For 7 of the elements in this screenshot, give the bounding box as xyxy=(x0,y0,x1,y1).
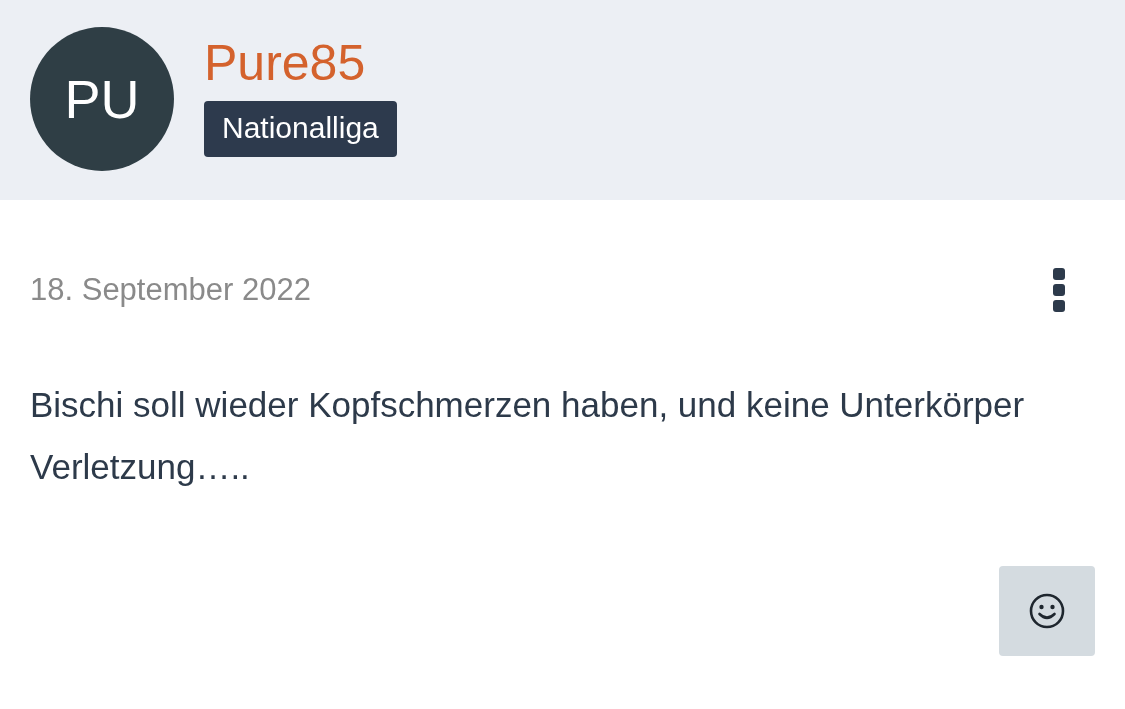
reaction-button[interactable] xyxy=(999,566,1095,656)
post-date: 18. September 2022 xyxy=(30,272,311,308)
smiley-icon xyxy=(1028,592,1066,630)
rank-badge: Nationalliga xyxy=(204,101,397,157)
avatar[interactable]: PU xyxy=(30,27,174,171)
more-options-icon[interactable] xyxy=(1053,268,1065,312)
post-text: Bischi soll wieder Kopfschmerzen haben, und keine Unterkörper Verletzung….. xyxy=(30,384,1026,488)
